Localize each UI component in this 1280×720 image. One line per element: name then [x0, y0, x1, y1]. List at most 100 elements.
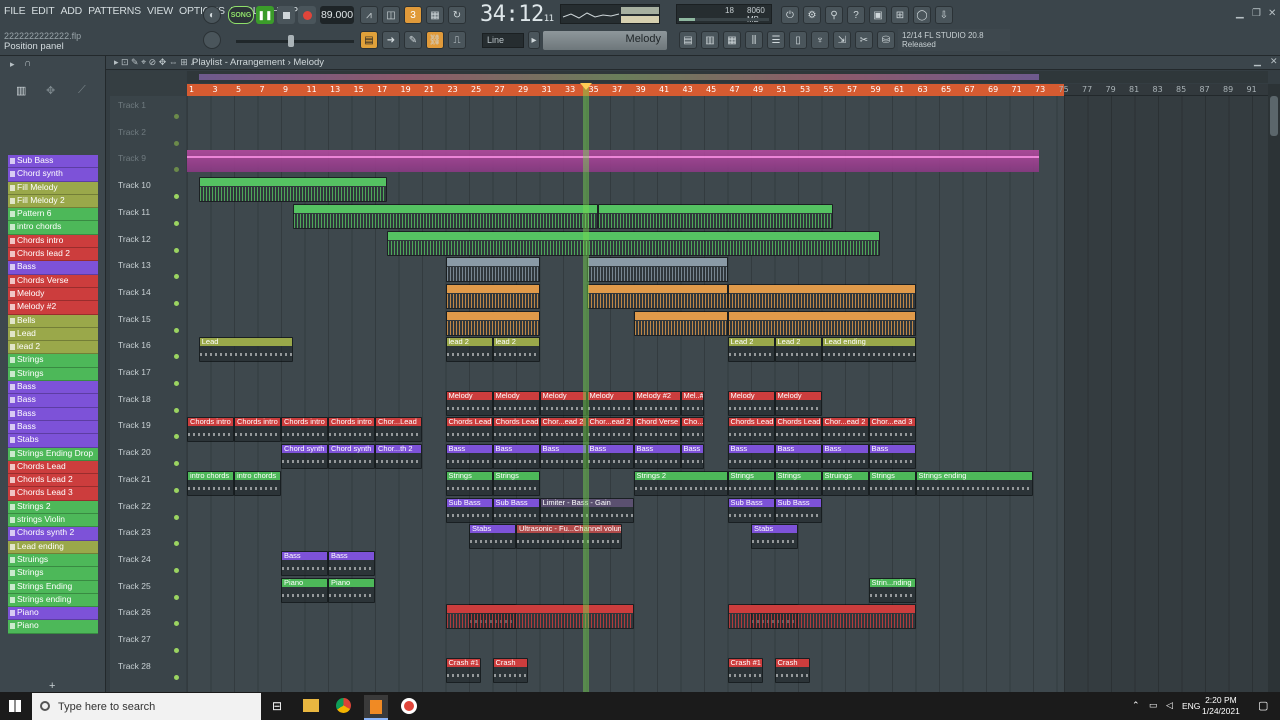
- track-label[interactable]: Track 15: [118, 314, 151, 324]
- pattern-clip[interactable]: Lead 2: [727, 337, 775, 363]
- menu-file[interactable]: FILE: [4, 5, 26, 17]
- pattern-clip[interactable]: Bass: [633, 444, 681, 470]
- play-button[interactable]: ❚❚: [256, 6, 274, 24]
- picker-item[interactable]: Strings Ending Drop: [8, 447, 98, 461]
- pattern-clip[interactable]: Crash #1: [445, 657, 481, 683]
- picker-item[interactable]: Strings Ending: [8, 580, 98, 594]
- menu-view[interactable]: VIEW: [147, 5, 173, 17]
- help-icon[interactable]: ?: [847, 6, 865, 24]
- track-label[interactable]: Track 9: [118, 153, 146, 163]
- touch-keyboard-icon[interactable]: ⇲: [833, 31, 851, 49]
- track-mute-led[interactable]: [174, 274, 179, 280]
- picker-item[interactable]: Chords intro: [8, 234, 98, 249]
- pattern-clip[interactable]: Melody: [586, 390, 634, 416]
- audio-clip[interactable]: [633, 310, 728, 336]
- picker-list-icon[interactable]: ▥: [16, 84, 26, 97]
- track-label[interactable]: Track 16: [118, 340, 151, 350]
- fl-studio-taskbar-icon[interactable]: [364, 695, 388, 720]
- audio-clip[interactable]: [386, 230, 881, 256]
- stop-button[interactable]: [277, 6, 295, 24]
- picker-item[interactable]: Bass: [8, 420, 98, 435]
- picker-item[interactable]: Melody #2: [8, 301, 98, 315]
- picker-item[interactable]: Pattern 6: [8, 208, 98, 222]
- pattern-clip[interactable]: Melody: [727, 390, 775, 416]
- pattern-clip[interactable]: Chords intro: [328, 417, 375, 443]
- track-mute-led[interactable]: [174, 674, 179, 680]
- audio-clip[interactable]: [598, 203, 834, 229]
- pattern-clip[interactable]: Strings: [868, 470, 916, 496]
- audio-clip[interactable]: [586, 257, 728, 283]
- pencil-icon[interactable]: ✎: [404, 31, 422, 49]
- slider-handle[interactable]: [288, 35, 294, 47]
- pattern-clip[interactable]: Sub Bass: [445, 497, 493, 523]
- track-mute-led[interactable]: [174, 541, 179, 547]
- track-label[interactable]: Track 23: [118, 527, 151, 537]
- pattern-clip[interactable]: Chor...Lead: [375, 417, 422, 443]
- track-mute-led[interactable]: [174, 247, 179, 253]
- project-icon[interactable]: ▯: [789, 31, 807, 49]
- tuning-icon[interactable]: ⚲: [825, 6, 843, 24]
- picker-item[interactable]: Stabs: [8, 434, 98, 448]
- pattern-clip[interactable]: Strings: [727, 470, 775, 496]
- pattern-clip[interactable]: Bass: [539, 444, 587, 470]
- master-volume-slider[interactable]: [236, 35, 354, 47]
- pattern-clip[interactable]: Mel..#2: [680, 390, 704, 416]
- picker-item[interactable]: Bass: [8, 394, 98, 408]
- arrow-right-icon[interactable]: ➜: [382, 31, 400, 49]
- picker-item[interactable]: Bass: [8, 381, 98, 395]
- track-label[interactable]: Track 13: [118, 260, 151, 270]
- minimize-icon[interactable]: ▁: [1236, 8, 1244, 19]
- plugin-icon[interactable]: ⊞: [891, 6, 909, 24]
- pattern-clip[interactable]: lead 2: [445, 337, 493, 363]
- pattern-clip[interactable]: Sub Bass: [492, 497, 540, 523]
- magnet-icon[interactable]: ∩: [24, 58, 31, 69]
- track-mute-led[interactable]: [174, 354, 179, 360]
- picker-item[interactable]: strings Violin: [8, 514, 98, 528]
- pat-song-toggle-icon[interactable]: ◐: [203, 6, 221, 24]
- pattern-clip[interactable]: Strings: [445, 470, 493, 496]
- pattern-clip[interactable]: Chord Verse: [633, 417, 681, 443]
- track-label[interactable]: Track 27: [118, 634, 151, 644]
- close-icon[interactable]: ✕: [1268, 8, 1276, 19]
- pattern-clip[interactable]: Struings: [821, 470, 869, 496]
- track-label[interactable]: Track 26: [118, 607, 151, 617]
- pattern-clip[interactable]: Bass: [680, 444, 704, 470]
- picker-pencil-icon[interactable]: ⟋: [78, 84, 86, 97]
- stamp-icon[interactable]: ⎍: [448, 31, 466, 49]
- playlist-close-icon[interactable]: ✕: [1270, 56, 1278, 67]
- track-mute-led[interactable]: [174, 487, 179, 493]
- windows-start-icon[interactable]: [9, 700, 21, 712]
- chrome-icon[interactable]: [336, 698, 351, 713]
- picker-item[interactable]: Bass: [8, 261, 98, 275]
- pattern-clip[interactable]: Piano: [328, 577, 375, 603]
- pattern-clip[interactable]: Bass: [868, 444, 916, 470]
- track-mute-led[interactable]: [174, 140, 179, 146]
- picker-item[interactable]: Bass: [8, 407, 98, 421]
- picker-item[interactable]: Melody: [8, 287, 98, 302]
- pattern-clip[interactable]: Chor...ead 3: [868, 417, 916, 443]
- picker-item[interactable]: Fill Melody 2: [8, 194, 98, 209]
- pattern-clip[interactable]: Bass: [445, 444, 493, 470]
- pattern-clip[interactable]: Chords intro: [281, 417, 328, 443]
- audio-clip[interactable]: [727, 604, 916, 630]
- mixer-view-icon[interactable]: ⫼: [745, 31, 763, 49]
- pattern-clip[interactable]: Bass: [492, 444, 540, 470]
- track-label[interactable]: Track 19: [118, 420, 151, 430]
- network-icon[interactable]: ▭: [1149, 700, 1158, 711]
- pattern-clip[interactable]: Strings 2: [633, 470, 728, 496]
- pattern-clip[interactable]: Piano: [281, 577, 328, 603]
- track-label[interactable]: Track 2: [118, 127, 146, 137]
- wait-input-icon[interactable]: ◫: [382, 6, 400, 24]
- track-mute-led[interactable]: [174, 567, 179, 573]
- track-label[interactable]: Track 25: [118, 581, 151, 591]
- audio-clip[interactable]: [445, 283, 540, 309]
- vertical-scrollbar[interactable]: [1268, 84, 1280, 692]
- track-mute-led[interactable]: [174, 407, 179, 413]
- track-mute-led[interactable]: [174, 114, 179, 119]
- undo-history-icon[interactable]: ⏻: [781, 6, 799, 24]
- picker-item[interactable]: Strings: [8, 354, 98, 368]
- wrench-icon[interactable]: ✂: [855, 31, 873, 49]
- browser-icon[interactable]: ☰: [767, 31, 785, 49]
- pattern-clip[interactable]: Chord synth: [281, 444, 328, 470]
- notifications-icon[interactable]: ▢: [1258, 699, 1268, 712]
